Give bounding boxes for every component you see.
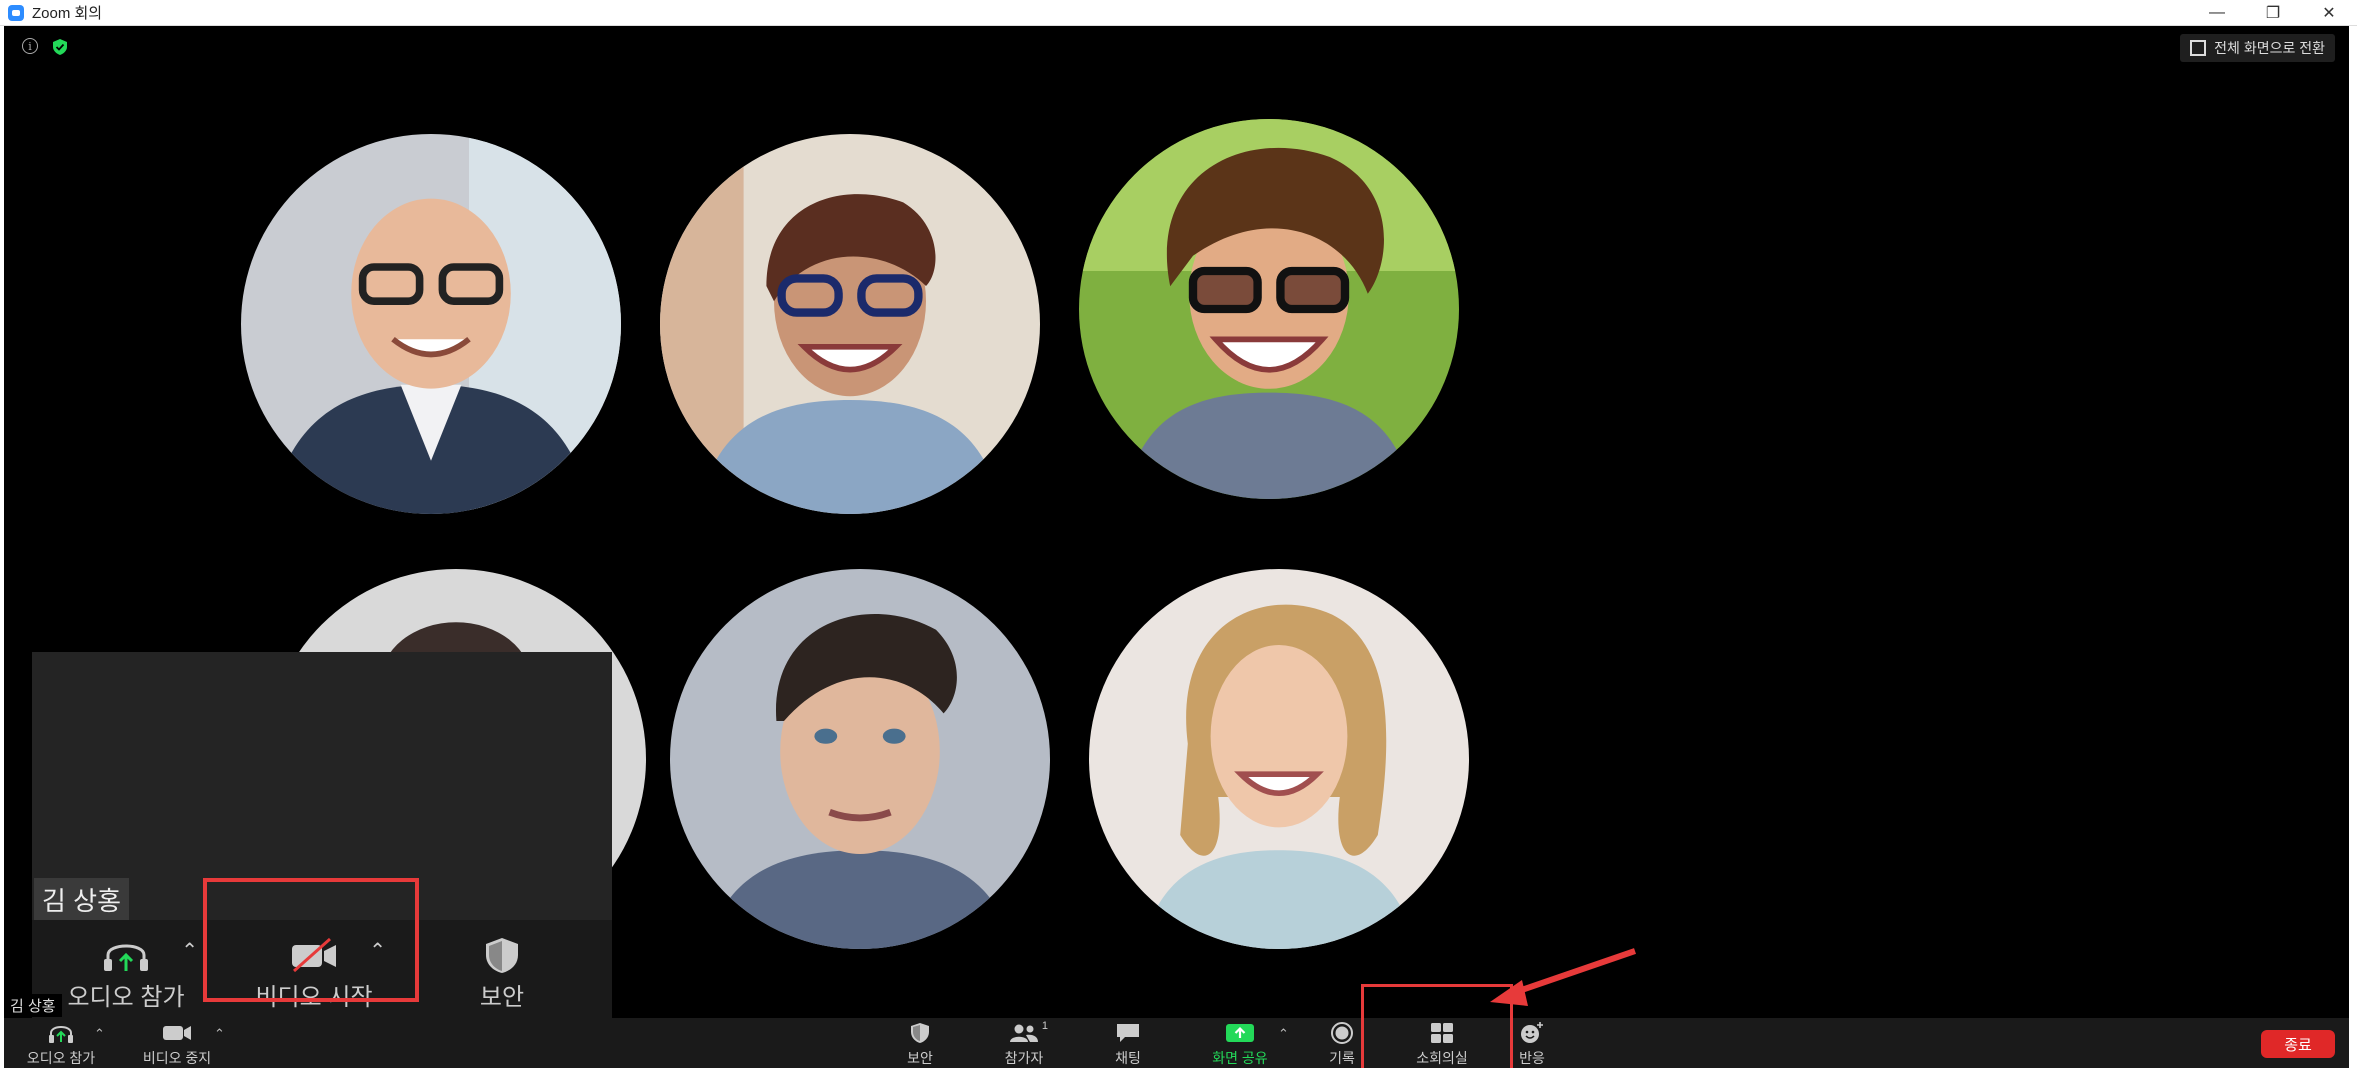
encryption-shield-icon[interactable] xyxy=(52,38,68,56)
record-icon xyxy=(1331,1022,1353,1044)
security-button[interactable]: 보안 xyxy=(875,1020,965,1068)
reaction-smiley-icon xyxy=(1521,1022,1543,1043)
fullscreen-label: 전체 화면으로 전환 xyxy=(2214,40,2325,56)
chat-button[interactable]: 채팅 xyxy=(1083,1020,1173,1068)
chevron-up-icon[interactable]: ⌃ xyxy=(94,1026,105,1042)
self-audio-label: 오디오 참가 xyxy=(67,983,185,1011)
chevron-up-icon[interactable]: ⌃ xyxy=(181,938,198,963)
participant-video-1[interactable] xyxy=(241,134,621,514)
meeting-toolbar: 오디오 참가 ⌃ 비디오 중지 ⌃ 보안 1 참가자 채팅 화면 공유 ⌃ 기록… xyxy=(4,1018,2349,1068)
join-audio-button[interactable]: 오디오 참가 xyxy=(16,1020,106,1068)
participants-label: 참가자 xyxy=(1004,1050,1044,1066)
stop-video-label: 비디오 중지 xyxy=(142,1050,212,1066)
participant-avatar-3 xyxy=(1079,119,1459,499)
chevron-up-icon[interactable]: ⌃ xyxy=(214,1026,225,1042)
bottom-name-label: 김 상홍 xyxy=(4,994,62,1017)
restore-button[interactable]: ❐ xyxy=(2245,0,2301,26)
shield-icon xyxy=(486,937,518,973)
minimize-button[interactable]: — xyxy=(2189,0,2245,26)
participant-avatar-1 xyxy=(241,134,621,514)
fullscreen-icon xyxy=(2190,40,2207,56)
participant-video-5[interactable] xyxy=(670,569,1050,949)
end-meeting-button[interactable]: 종료 xyxy=(2261,1030,2335,1058)
stop-video-button[interactable]: 비디오 중지 xyxy=(132,1020,222,1068)
chevron-up-icon[interactable]: ⌃ xyxy=(1278,1026,1289,1042)
video-camera-icon xyxy=(163,1026,191,1040)
zoom-logo-icon xyxy=(8,4,24,21)
participant-video-2[interactable] xyxy=(660,134,1040,514)
self-security-button[interactable]: 보안 xyxy=(408,920,596,1024)
participant-avatar-6 xyxy=(1089,569,1469,949)
window-controls: — ❐ ✕ xyxy=(2189,0,2357,26)
shield-icon xyxy=(911,1023,929,1043)
participant-video-3[interactable] xyxy=(1079,119,1459,499)
headphones-icon xyxy=(104,944,148,971)
reactions-label: 반응 xyxy=(1519,1050,1545,1066)
headphones-icon xyxy=(49,1026,73,1043)
chat-bubble-icon xyxy=(1117,1024,1139,1042)
self-security-label: 보안 xyxy=(479,983,525,1011)
fullscreen-button[interactable]: 전체 화면으로 전환 xyxy=(2180,34,2335,62)
info-icon[interactable]: i xyxy=(22,38,38,54)
participants-icon xyxy=(1010,1024,1038,1042)
chat-label: 채팅 xyxy=(1115,1050,1141,1066)
share-screen-label: 화면 공유 xyxy=(1212,1050,1268,1066)
participants-button[interactable]: 1 참가자 xyxy=(979,1020,1069,1068)
title-bar: Zoom 회의 — ❐ ✕ xyxy=(0,0,2357,26)
self-name-label: 김 상홍 xyxy=(34,878,129,921)
participants-count: 1 xyxy=(1041,1020,1048,1032)
window-title: Zoom 회의 xyxy=(32,5,103,22)
participant-avatar-2 xyxy=(660,134,1040,514)
pointer-arrow-icon xyxy=(1490,948,1636,1006)
security-label: 보안 xyxy=(907,1050,933,1066)
share-screen-button[interactable]: 화면 공유 xyxy=(1195,1020,1285,1068)
video-button-highlight xyxy=(203,878,419,1002)
share-screen-icon xyxy=(1226,1024,1254,1042)
participant-video-6[interactable] xyxy=(1089,569,1469,949)
participant-avatar-5 xyxy=(670,569,1050,949)
top-left-icons: i xyxy=(22,38,68,56)
close-button[interactable]: ✕ xyxy=(2301,0,2357,26)
meeting-stage: i 전체 화면으로 전환 김 상홍 오디오 참가 ⌃ 비디오 시작 ⌃ 보안 xyxy=(4,26,2349,1024)
record-label: 기록 xyxy=(1329,1050,1355,1066)
join-audio-label: 오디오 참가 xyxy=(26,1050,96,1066)
